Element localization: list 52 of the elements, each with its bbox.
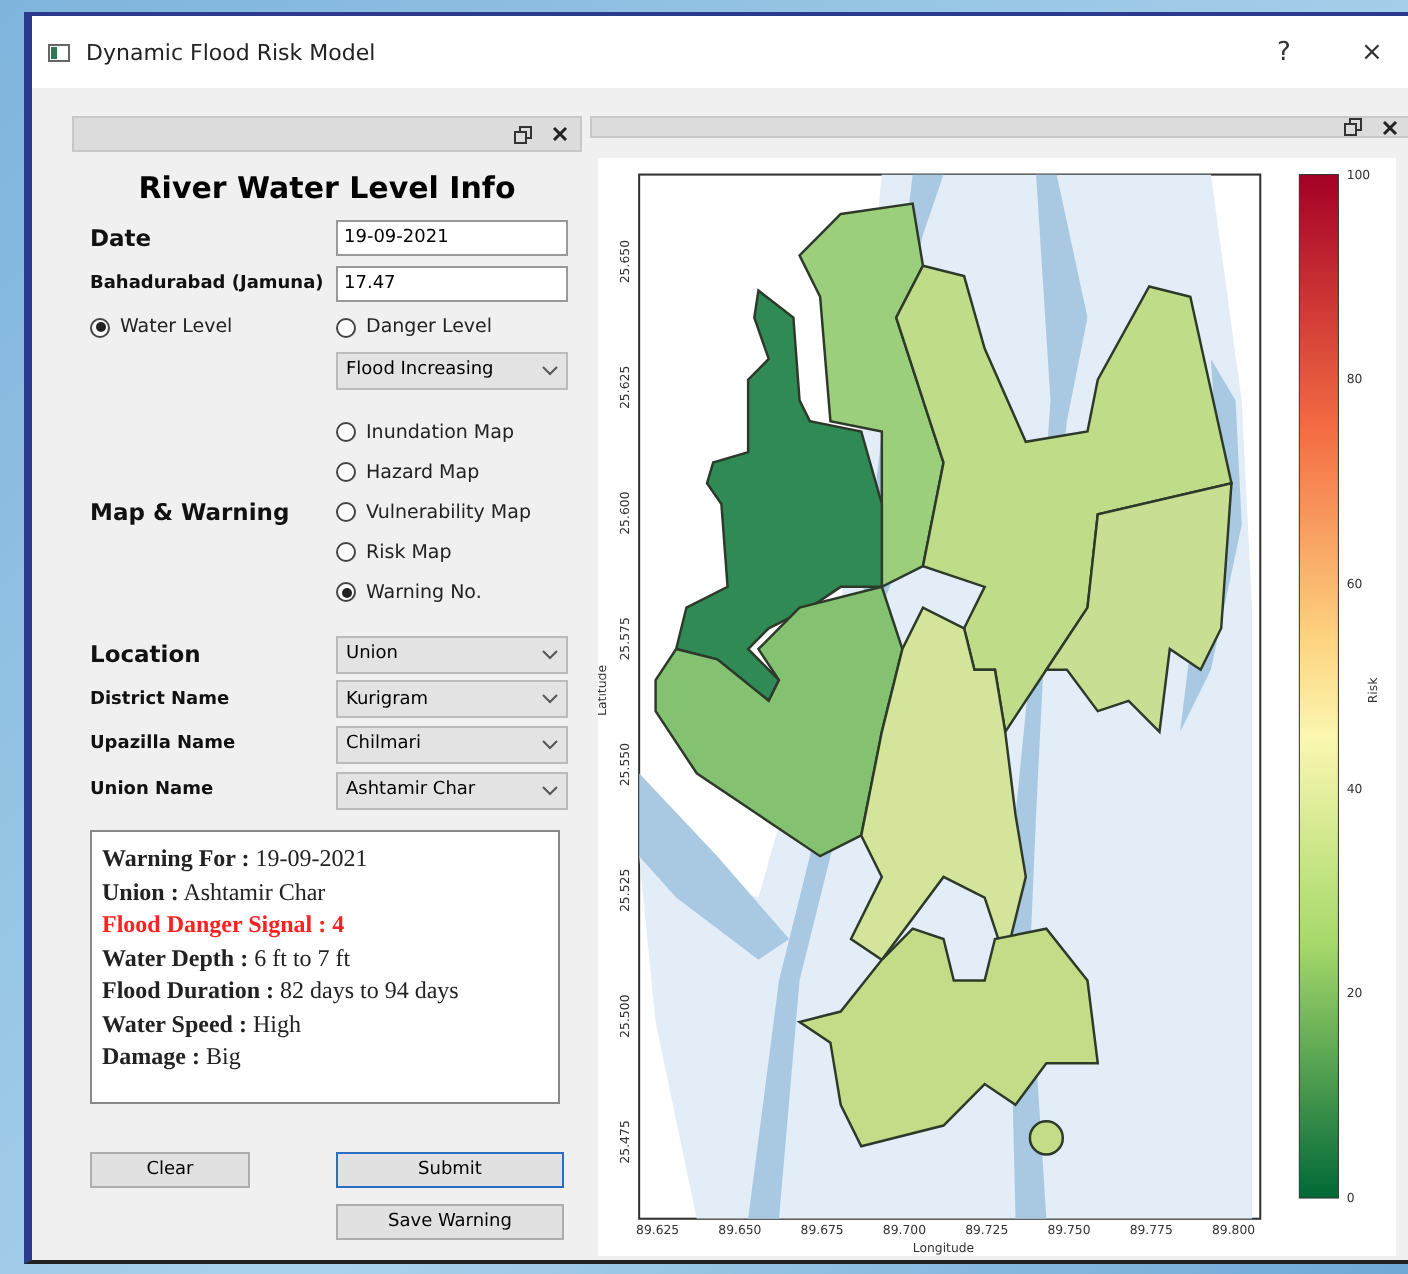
warning-line: Flood Danger Signal : 4	[102, 908, 347, 942]
radio-button[interactable]	[336, 422, 356, 442]
section-label: Map & Warning	[90, 498, 290, 526]
warning-line: Water Depth : 6 ft to 7 ft	[102, 941, 353, 975]
panel-heading: River Water Level Info	[136, 170, 518, 206]
radio-button[interactable]	[336, 542, 356, 562]
chevron-down-icon	[542, 694, 558, 705]
dropdown[interactable]: Chilmari	[336, 725, 568, 764]
radio-button[interactable]	[336, 462, 356, 482]
app-icon	[48, 43, 70, 61]
radio-label[interactable]: Risk Map	[366, 541, 452, 563]
dropdown[interactable]: Ashtamir Char	[336, 771, 568, 810]
radio-label[interactable]: Water Level	[120, 316, 233, 338]
radio-button[interactable]	[336, 317, 356, 337]
chevron-down-icon	[542, 739, 558, 750]
trend-dropdown[interactable]: Flood Increasing	[336, 351, 568, 389]
warning-line: Warning For : 19-09-2021	[102, 842, 370, 876]
float-icon[interactable]	[514, 125, 532, 143]
field-label: District Name	[90, 689, 230, 710]
radio-label[interactable]: Vulnerability Map	[366, 501, 531, 523]
radio-label[interactable]: Danger Level	[366, 316, 493, 338]
field-label: Date	[90, 223, 152, 251]
window-title: Dynamic Flood Risk Model	[86, 39, 378, 65]
warning-line: Union : Ashtamir Char	[102, 875, 328, 909]
field-label: Upazilla Name	[90, 734, 236, 755]
level-field[interactable]: 17.47	[336, 265, 568, 301]
radio-label[interactable]: Warning No.	[366, 581, 482, 603]
help-button[interactable]: ?	[1248, 37, 1320, 67]
radio-button[interactable]	[90, 317, 110, 337]
warning-line: Water Speed : High	[102, 1007, 303, 1041]
dropdown[interactable]: Kurigram	[336, 680, 568, 719]
close-icon[interactable]	[1382, 119, 1398, 135]
dropdown[interactable]: Union	[336, 635, 568, 674]
field-label: Location	[90, 640, 201, 669]
chevron-down-icon	[542, 365, 558, 375]
radio-button[interactable]	[336, 582, 356, 602]
submit-button[interactable]: Submit	[336, 1152, 564, 1189]
warning-line: Damage : Big	[102, 1040, 243, 1074]
radio-label[interactable]: Inundation Map	[366, 421, 514, 443]
warning-line: Flood Duration : 82 days to 94 days	[102, 974, 461, 1008]
float-icon[interactable]	[1344, 118, 1362, 136]
field-label: Bahadurabad (Jamuna)	[90, 273, 324, 293]
clear-button[interactable]: Clear	[90, 1152, 250, 1189]
field-label: Union Name	[90, 780, 214, 801]
chevron-down-icon	[542, 649, 558, 660]
close-button[interactable]: ×	[1336, 37, 1408, 67]
close-icon[interactable]	[552, 126, 568, 142]
chevron-down-icon	[542, 785, 558, 796]
radio-button[interactable]	[336, 502, 356, 522]
save-warning-button[interactable]: Save Warning	[336, 1204, 564, 1241]
radio-label[interactable]: Hazard Map	[366, 461, 480, 483]
date-field[interactable]: 19-09-2021	[336, 219, 568, 255]
